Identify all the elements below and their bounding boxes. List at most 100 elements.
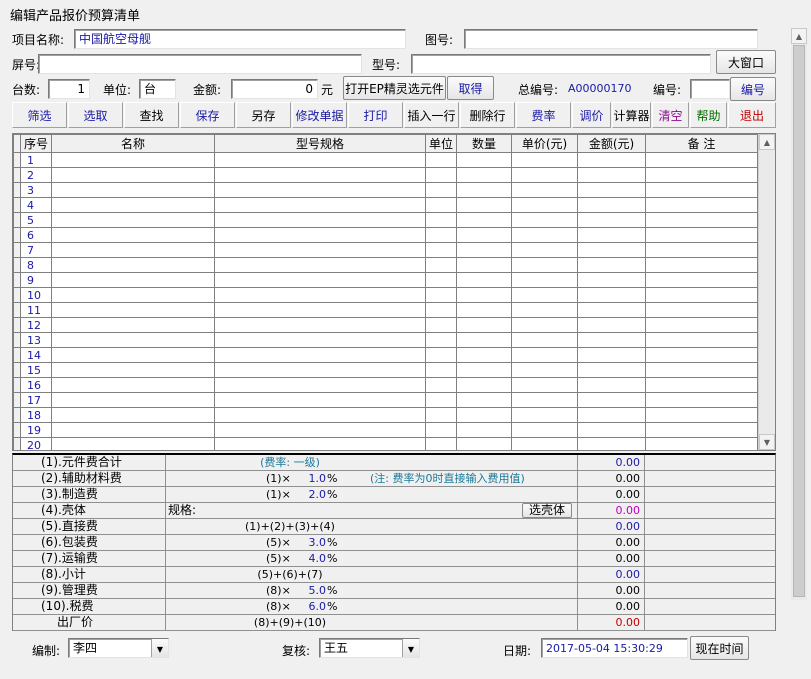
row-indicator[interactable]	[13, 212, 21, 228]
table-cell[interactable]	[645, 167, 758, 183]
row-indicator[interactable]	[13, 272, 21, 288]
select-shell-button[interactable]: 选壳体	[522, 503, 572, 518]
toolbar-button-2[interactable]: 选取	[68, 102, 123, 128]
table-row[interactable]: 7	[13, 242, 758, 258]
table-cell[interactable]	[214, 317, 426, 333]
table-cell[interactable]	[51, 317, 215, 333]
table-cell[interactable]	[645, 407, 758, 423]
chevron-down-icon[interactable]: ▼	[151, 639, 168, 657]
table-cell[interactable]	[51, 182, 215, 198]
table-cell[interactable]	[645, 422, 758, 438]
table-cell[interactable]	[425, 257, 457, 273]
table-cell[interactable]	[425, 287, 457, 303]
fee-remark-cell[interactable]	[645, 599, 775, 615]
row-indicator[interactable]	[13, 362, 21, 378]
table-cell[interactable]	[425, 347, 457, 363]
table-cell[interactable]	[511, 437, 578, 450]
table-cell[interactable]	[577, 152, 646, 168]
table-cell[interactable]	[51, 167, 215, 183]
model-input[interactable]	[411, 54, 711, 74]
table-cell[interactable]	[51, 332, 215, 348]
table-cell[interactable]	[577, 182, 646, 198]
table-cell[interactable]	[456, 407, 512, 423]
fee-rate-input[interactable]: 5.0	[298, 583, 327, 598]
amount-input[interactable]: 0	[231, 79, 318, 99]
table-cell[interactable]	[456, 152, 512, 168]
table-row[interactable]: 2	[13, 167, 758, 183]
table-cell[interactable]	[645, 197, 758, 213]
table-cell[interactable]	[577, 287, 646, 303]
row-indicator[interactable]	[13, 182, 21, 198]
table-cell[interactable]	[214, 437, 426, 450]
table-cell[interactable]	[456, 362, 512, 378]
table-cell[interactable]	[645, 302, 758, 318]
table-cell[interactable]	[456, 272, 512, 288]
table-cell[interactable]	[577, 227, 646, 243]
table-cell[interactable]	[511, 227, 578, 243]
table-cell[interactable]	[51, 227, 215, 243]
table-cell[interactable]	[214, 407, 426, 423]
table-cell[interactable]	[51, 302, 215, 318]
row-indicator[interactable]	[13, 407, 21, 423]
row-indicator[interactable]	[13, 257, 21, 273]
fetch-button[interactable]: 取得	[447, 76, 494, 100]
serial-no-input[interactable]	[690, 79, 730, 99]
table-cell[interactable]	[511, 287, 578, 303]
table-cell[interactable]	[214, 392, 426, 408]
row-indicator[interactable]	[13, 287, 21, 303]
table-cell[interactable]	[511, 152, 578, 168]
row-indicator[interactable]	[13, 152, 21, 168]
toolbar-button-11[interactable]: 调价	[572, 102, 611, 128]
table-cell[interactable]	[214, 302, 426, 318]
table-cell[interactable]	[456, 302, 512, 318]
table-cell[interactable]	[51, 362, 215, 378]
chevron-down-icon[interactable]: ▼	[402, 639, 419, 657]
table-cell[interactable]	[425, 302, 457, 318]
column-header[interactable]: 型号规格	[214, 134, 426, 153]
table-cell[interactable]	[577, 257, 646, 273]
table-cell[interactable]	[214, 377, 426, 393]
row-indicator[interactable]	[13, 227, 21, 243]
row-indicator[interactable]	[13, 347, 21, 363]
table-cell[interactable]	[456, 317, 512, 333]
table-cell[interactable]	[511, 347, 578, 363]
table-cell[interactable]	[456, 242, 512, 258]
table-cell[interactable]	[425, 167, 457, 183]
table-cell[interactable]	[511, 272, 578, 288]
table-cell[interactable]	[214, 347, 426, 363]
editor-select[interactable]: 李四 ▼	[68, 638, 169, 658]
table-cell[interactable]	[645, 272, 758, 288]
table-cell[interactable]	[645, 437, 758, 450]
column-header[interactable]: 备 注	[645, 134, 758, 153]
open-ep-wizard-button[interactable]: 打开EP精灵选元件	[343, 76, 446, 100]
grid-scrollbar[interactable]: ▲ ▼	[758, 134, 775, 450]
fee-rate-input[interactable]: 3.0	[298, 535, 327, 550]
table-row[interactable]: 20	[13, 437, 758, 450]
table-row[interactable]: 5	[13, 212, 758, 228]
table-cell[interactable]	[425, 332, 457, 348]
table-cell[interactable]	[456, 437, 512, 450]
column-header[interactable]: 单价(元)	[511, 134, 578, 153]
table-row[interactable]: 10	[13, 287, 758, 303]
table-cell[interactable]	[51, 392, 215, 408]
table-cell[interactable]	[214, 197, 426, 213]
table-cell[interactable]	[511, 182, 578, 198]
table-cell[interactable]	[577, 167, 646, 183]
table-cell[interactable]	[577, 302, 646, 318]
table-cell[interactable]	[456, 257, 512, 273]
table-cell[interactable]	[456, 167, 512, 183]
table-cell[interactable]	[645, 227, 758, 243]
fee-rate-input[interactable]: 6.0	[298, 599, 327, 614]
table-cell[interactable]	[577, 377, 646, 393]
table-cell[interactable]	[425, 182, 457, 198]
table-cell[interactable]	[425, 152, 457, 168]
scroll-up-icon[interactable]: ▲	[759, 134, 775, 150]
table-cell[interactable]	[425, 212, 457, 228]
table-cell[interactable]	[577, 392, 646, 408]
row-indicator[interactable]	[13, 377, 21, 393]
table-cell[interactable]	[577, 197, 646, 213]
table-cell[interactable]	[511, 422, 578, 438]
table-cell[interactable]	[511, 257, 578, 273]
big-window-button[interactable]: 大窗口	[716, 50, 776, 74]
toolbar-button-14[interactable]: 帮助	[690, 102, 727, 128]
